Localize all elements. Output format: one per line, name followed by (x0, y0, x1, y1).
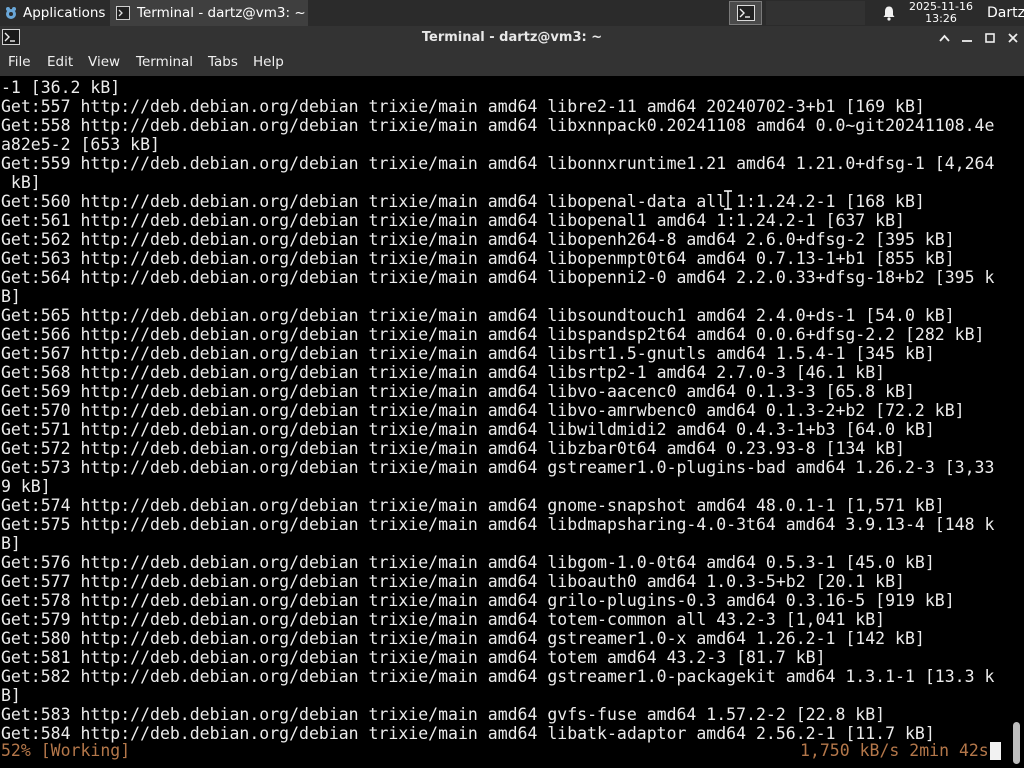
window-title: Terminal - dartz@vm3: ~ (421, 30, 603, 45)
terminal-line: Get:580 http://deb.debian.org/debian tri… (1, 629, 925, 648)
ibeam-cursor-icon (724, 190, 732, 210)
menu-terminal[interactable]: Terminal (136, 49, 193, 76)
terminal-scrollbar[interactable] (1010, 76, 1024, 768)
minimize-icon (962, 39, 972, 42)
terminal-line: Get:557 http://deb.debian.org/debian tri… (1, 97, 925, 116)
terminal-line: Get:562 http://deb.debian.org/debian tri… (1, 230, 955, 249)
terminal-line: Get:564 http://deb.debian.org/debian tri… (1, 268, 995, 287)
workspace-terminal-icon (736, 5, 755, 21)
terminal-line: a82e5-2 [653 kB] (1, 135, 160, 154)
terminal-line: Get:576 http://deb.debian.org/debian tri… (1, 553, 935, 572)
menu-tabs[interactable]: Tabs (208, 49, 238, 76)
applications-menu-button[interactable]: Applications (0, 0, 105, 26)
terminal-line: Get:574 http://deb.debian.org/debian tri… (1, 496, 945, 515)
terminal-line: Get:560 http://deb.debian.org/debian tri… (1, 192, 925, 211)
terminal-line: Get:566 http://deb.debian.org/debian tri… (1, 325, 985, 344)
window-up-icon (938, 34, 950, 42)
terminal-line: Get:561 http://deb.debian.org/debian tri… (1, 211, 905, 230)
clock-date: 2025-11-16 (909, 0, 973, 13)
apt-download-rate: 1,750 kB/s 2min 42s (800, 741, 989, 760)
maximize-button[interactable] (980, 26, 1000, 49)
menu-file[interactable]: File (8, 49, 31, 76)
terminal-scrollbar-thumb[interactable] (1013, 722, 1020, 764)
workspace-1-button[interactable] (729, 1, 762, 25)
clock-time: 13:26 (925, 11, 957, 25)
close-icon (1008, 32, 1018, 43)
terminal-line: Get:582 http://deb.debian.org/debian tri… (1, 667, 995, 686)
terminal-line: Get:565 http://deb.debian.org/debian tri… (1, 306, 955, 325)
menu-help[interactable]: Help (253, 49, 284, 76)
menubar: File Edit View Terminal Tabs Help (0, 49, 1024, 76)
terminal-line: Get:571 http://deb.debian.org/debian tri… (1, 420, 935, 439)
terminal-line: Get:583 http://deb.debian.org/debian tri… (1, 705, 886, 724)
terminal-cursor (990, 742, 1001, 760)
terminal-line: 9 kB] (1, 477, 51, 496)
window-titlebar[interactable]: Terminal - dartz@vm3: ~ (0, 26, 1024, 49)
applications-label: Applications (23, 5, 106, 21)
terminal-line: Get:568 http://deb.debian.org/debian tri… (1, 363, 886, 382)
minimize-button[interactable] (957, 26, 977, 49)
bell-icon[interactable] (881, 5, 897, 21)
terminal-line: kB] (1, 173, 41, 192)
workspace-2-button[interactable] (766, 1, 799, 25)
terminal-line: Get:577 http://deb.debian.org/debian tri… (1, 572, 905, 591)
top-panel: Applications Terminal - dartz@vm3: ~ 202… (0, 0, 1024, 26)
xfce-mouse-icon (6, 7, 16, 19)
close-button[interactable] (1003, 26, 1023, 49)
terminal-line: Get:563 http://deb.debian.org/debian tri… (1, 249, 955, 268)
terminal-line: -1 [36.2 kB] (1, 78, 121, 97)
terminal-line: Get:573 http://deb.debian.org/debian tri… (1, 458, 995, 477)
terminal-line: B] (1, 686, 21, 705)
terminal-line: Get:579 http://deb.debian.org/debian tri… (1, 610, 886, 629)
window-up-button[interactable] (934, 26, 954, 49)
workspace-4-button[interactable] (832, 1, 865, 25)
terminal-line: Get:570 http://deb.debian.org/debian tri… (1, 401, 965, 420)
terminal-line: Get:567 http://deb.debian.org/debian tri… (1, 344, 935, 363)
workspace-3-button[interactable] (799, 1, 832, 25)
terminal-line: Get:581 http://deb.debian.org/debian tri… (1, 648, 826, 667)
terminal-line: Get:575 http://deb.debian.org/debian tri… (1, 515, 995, 534)
apt-progress-status: 52% [Working] (1, 741, 131, 760)
terminal-line: B] (1, 534, 21, 553)
menu-view[interactable]: View (88, 49, 120, 76)
taskbar-terminal-button[interactable]: Terminal - dartz@vm3: ~ (110, 0, 308, 26)
menu-edit[interactable]: Edit (47, 49, 73, 76)
terminal-line: Get:559 http://deb.debian.org/debian tri… (1, 154, 995, 173)
terminal-line: Get:569 http://deb.debian.org/debian tri… (1, 382, 915, 401)
terminal-line: B] (1, 287, 21, 306)
terminal-line: Get:558 http://deb.debian.org/debian tri… (1, 116, 995, 135)
maximize-icon (985, 32, 995, 43)
terminal-line: Get:572 http://deb.debian.org/debian tri… (1, 439, 905, 458)
terminal-line: Get:584 http://deb.debian.org/debian tri… (1, 724, 935, 743)
panel-clock[interactable]: 2025-11-16 13:26 (905, 1, 977, 24)
terminal-icon (116, 6, 130, 20)
terminal-line: Get:578 http://deb.debian.org/debian tri… (1, 591, 955, 610)
taskbar-terminal-title: Terminal - dartz@vm3: ~ (137, 5, 306, 21)
user-menu[interactable]: Dartz (987, 0, 1024, 26)
